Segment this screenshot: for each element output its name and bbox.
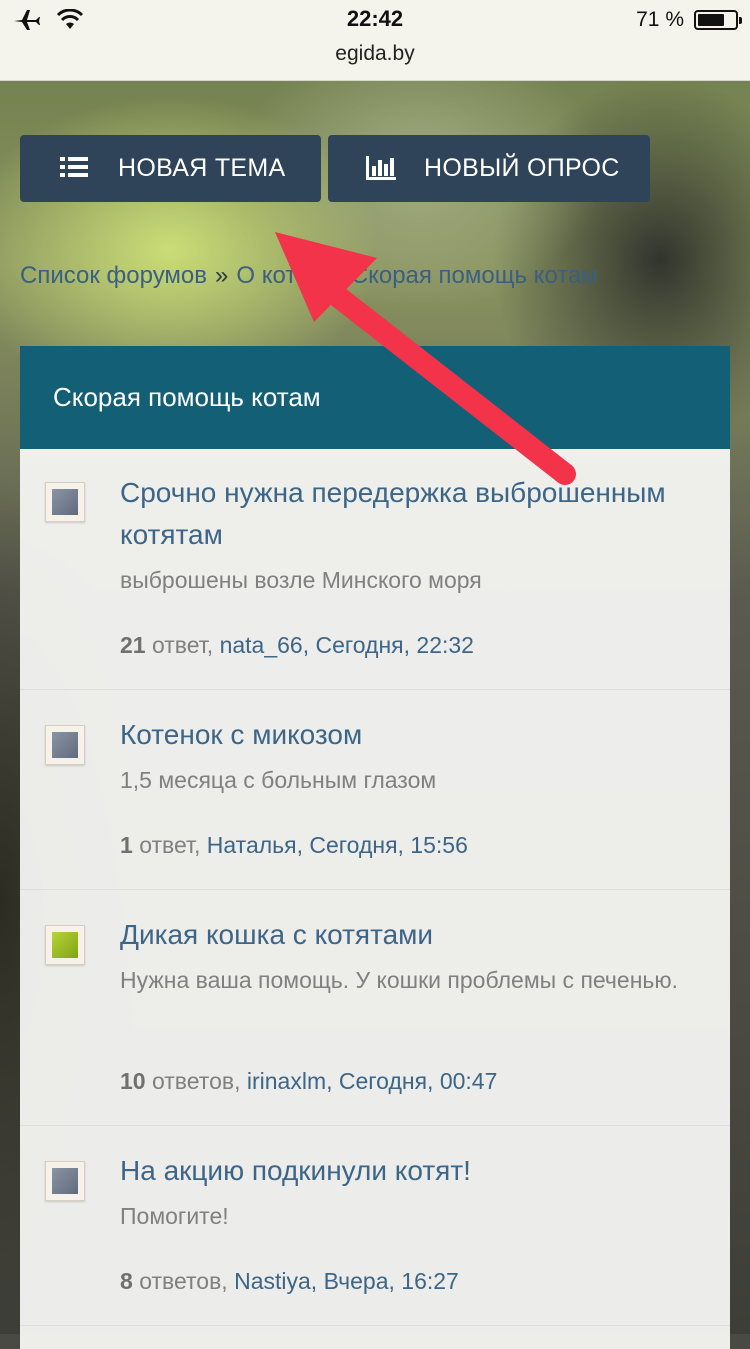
reply-count: 21	[120, 632, 146, 658]
last-post-author[interactable]: Nastiya,	[234, 1268, 317, 1294]
last-post-time[interactable]: Вчера, 16:27	[324, 1268, 459, 1294]
last-post-time[interactable]: Сегодня, 22:32	[315, 632, 473, 658]
battery-level	[698, 14, 724, 26]
new-poll-button[interactable]: НОВЫЙ ОПРОС	[328, 135, 650, 202]
topic-unread-icon	[45, 925, 85, 965]
topic-title[interactable]: Котенок с микозом	[120, 714, 680, 756]
topic-read-icon	[45, 1161, 85, 1201]
topic-read-icon	[45, 482, 85, 522]
topic-meta: 8 ответов, Nastiya, Вчера, 16:27	[120, 1268, 459, 1295]
last-post-author[interactable]: Наталья,	[207, 832, 303, 858]
topic-row[interactable]: Срочно нужна передержка выброшенным котя…	[20, 449, 730, 690]
topic-description: Нужна ваша помощь. У кошки проблемы с пе…	[120, 967, 679, 993]
forum-header: Скорая помощь котам	[20, 346, 730, 449]
topic-list: Срочно нужна передержка выброшенным котя…	[20, 449, 730, 1349]
last-post-time[interactable]: Сегодня, 00:47	[339, 1068, 497, 1094]
topic-title[interactable]: Дикая кошка с котятами	[120, 914, 680, 956]
bar-chart-icon	[366, 155, 396, 182]
list-icon	[60, 156, 88, 182]
breadcrumb: Список форумов » О котах » Скорая помощь кот…	[20, 262, 598, 290]
topic-row[interactable]: Дикая кошка с котятами Нужна ваша помощь…	[20, 890, 730, 1126]
topic-meta: 21 ответ, nata_66, Сегодня, 22:32	[120, 632, 474, 659]
reply-word: ответов,	[139, 1268, 228, 1294]
last-post-author[interactable]: nata_66,	[220, 632, 310, 658]
topic-title[interactable]: Срочно нужна передержка выброшенным котя…	[120, 472, 680, 556]
forum-title: Скорая помощь котам	[53, 382, 321, 412]
battery-percent: 71 %	[636, 8, 684, 31]
reply-word: ответов,	[151, 1068, 241, 1094]
last-post-time[interactable]: Сегодня, 15:56	[309, 832, 467, 858]
breadcrumb-about-cats[interactable]: О котах	[236, 262, 321, 289]
topic-description: выброшены возле Минского моря	[120, 567, 482, 593]
battery-icon	[694, 10, 742, 30]
topic-description: 1,5 месяца с больным глазом	[120, 767, 437, 793]
new-poll-label: НОВЫЙ ОПРОС	[424, 154, 620, 182]
topic-title[interactable]: На акцию подкинули котят!	[120, 1150, 680, 1192]
topic-meta: 1 ответ, Наталья, Сегодня, 15:56	[120, 832, 468, 859]
topic-row[interactable]: Котенок с микозом 1,5 месяца с больным г…	[20, 690, 730, 890]
breadcrumb-separator: »	[329, 262, 343, 289]
reply-count: 10	[120, 1068, 146, 1094]
reply-word: ответ,	[139, 832, 201, 858]
breadcrumb-current-forum[interactable]: Скорая помощь котам	[351, 262, 598, 289]
topic-read-icon	[45, 725, 85, 765]
address-url[interactable]: egida.by	[0, 42, 750, 66]
breadcrumb-separator: »	[215, 262, 229, 289]
topic-row[interactable]: На акцию подкинули котят! Помогите! 8 от…	[20, 1126, 730, 1326]
reply-count: 8	[120, 1268, 133, 1294]
reply-word: ответ,	[151, 632, 214, 658]
topic-meta: 10 ответов, irinaxlm, Сегодня, 00:47	[120, 1068, 497, 1095]
breadcrumb-forum-list[interactable]: Список форумов	[20, 262, 207, 289]
new-topic-button[interactable]: НОВАЯ ТЕМА	[20, 135, 321, 202]
last-post-author[interactable]: irinaxlm,	[247, 1068, 333, 1094]
reply-count: 1	[120, 832, 133, 858]
topic-description: Помогите!	[120, 1203, 229, 1229]
new-topic-label: НОВАЯ ТЕМА	[118, 154, 286, 182]
status-bar: 22:42 egida.by 71 %	[0, 0, 750, 81]
